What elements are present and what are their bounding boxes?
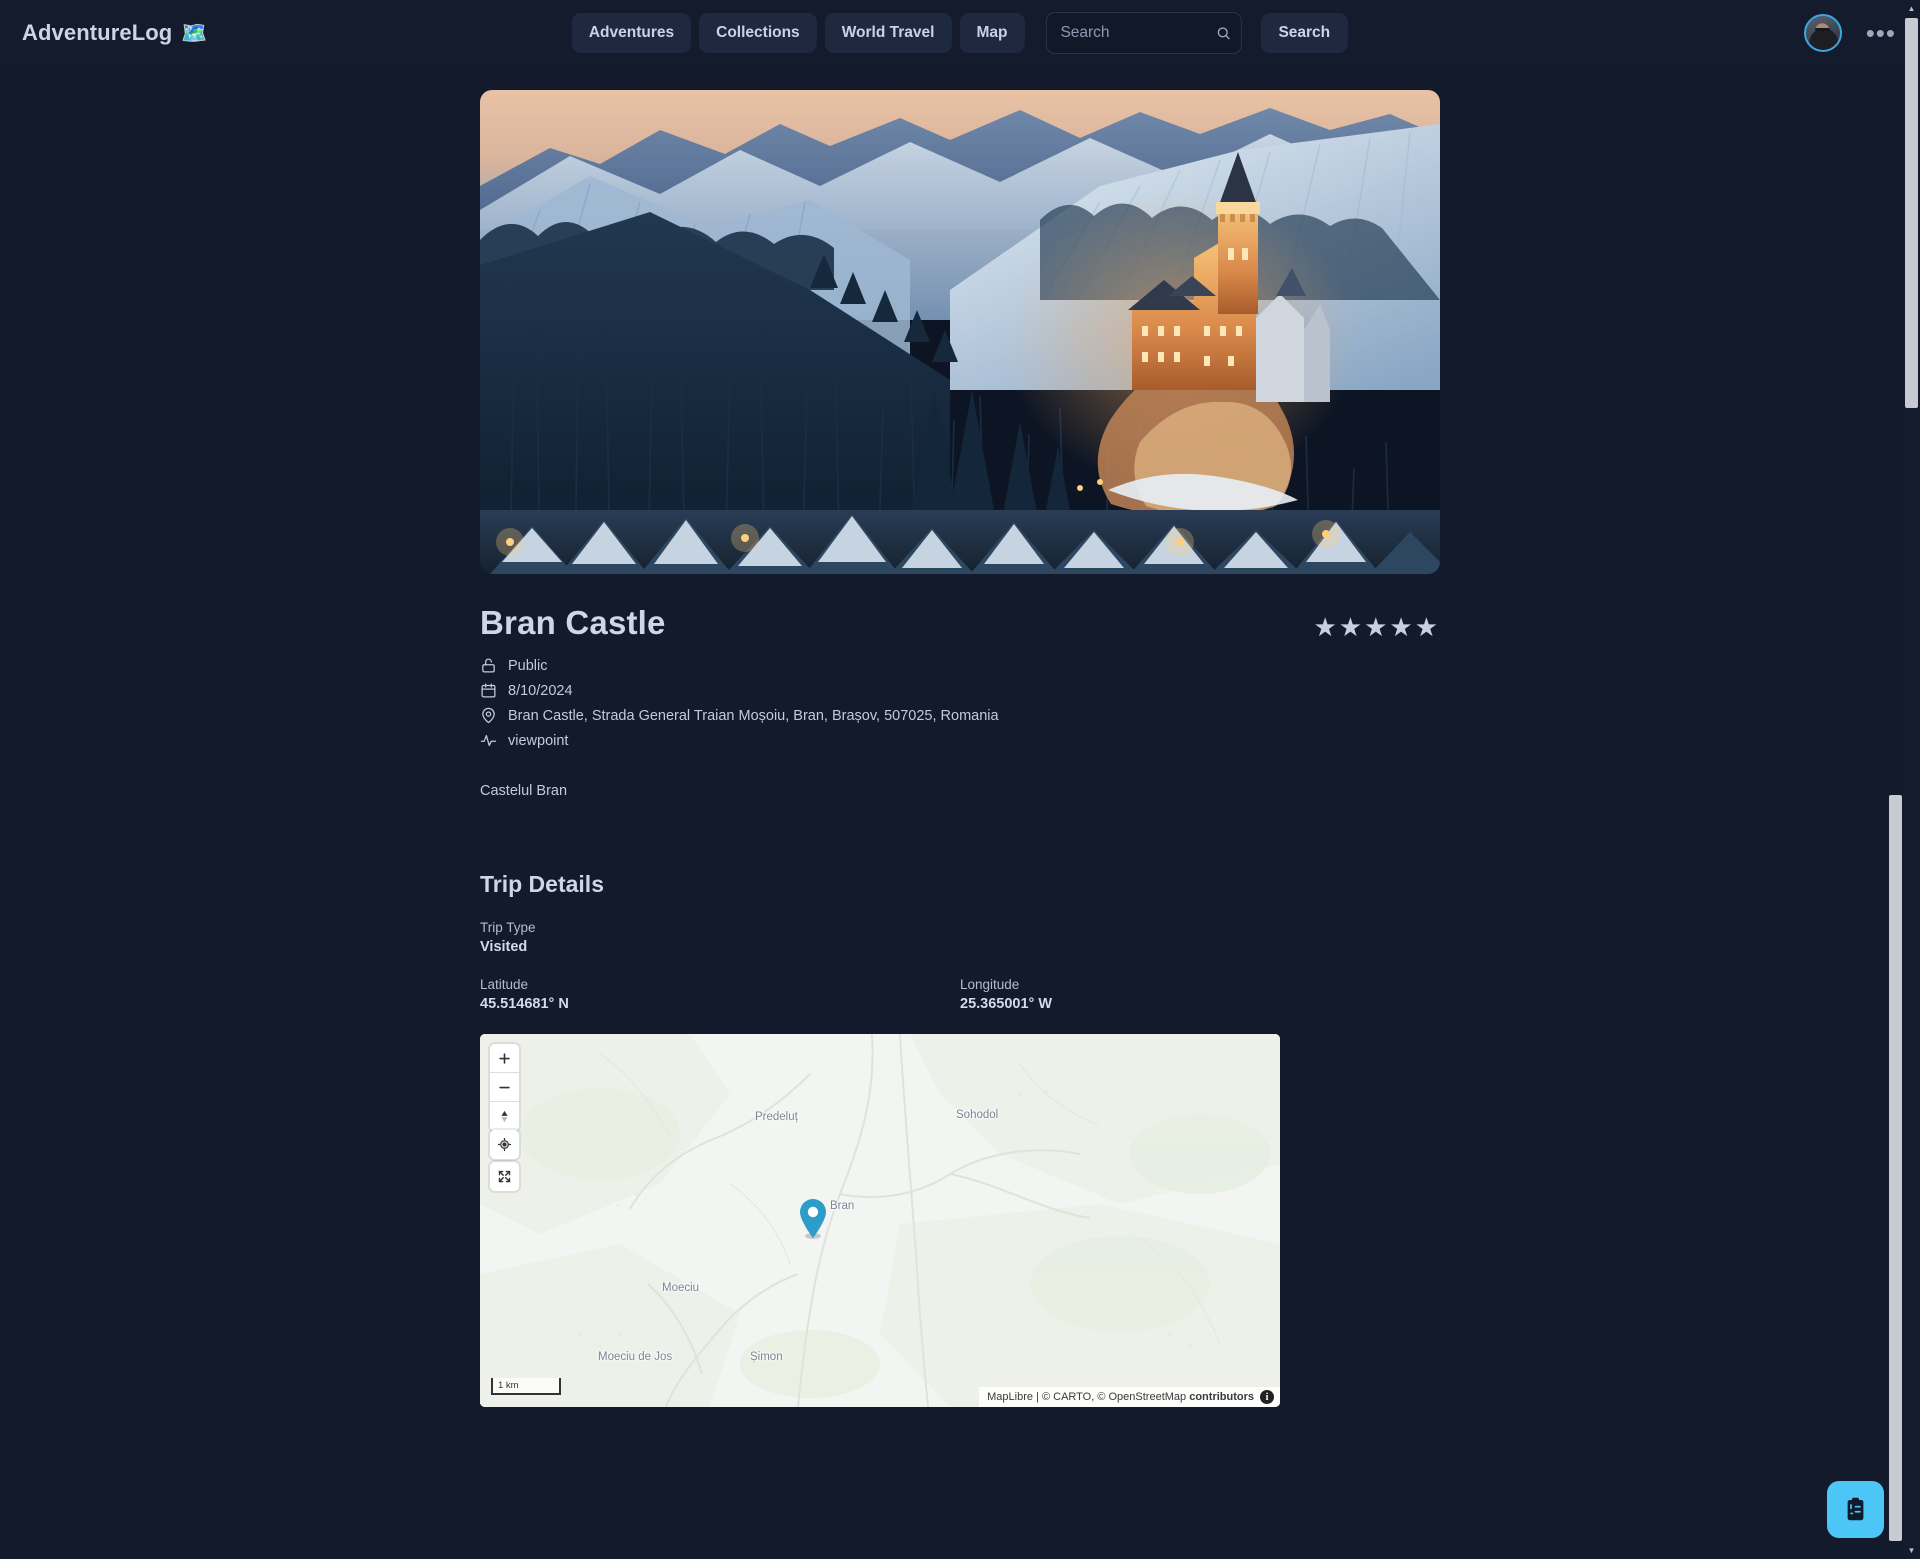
map-label: Moeciu de Jos bbox=[598, 1351, 673, 1363]
page-scrollbar[interactable] bbox=[1888, 0, 1903, 1559]
brand-name: AdventureLog bbox=[22, 20, 173, 45]
geolocate-button[interactable] bbox=[490, 1130, 519, 1159]
zoom-out-button[interactable] bbox=[490, 1073, 519, 1102]
latitude-value: 45.514681° N bbox=[480, 996, 569, 1012]
geolocate-icon bbox=[497, 1137, 512, 1152]
nav-item-adventures[interactable]: Adventures bbox=[571, 13, 692, 53]
map-fullscreen-control bbox=[490, 1162, 519, 1191]
map-zoom-controls bbox=[490, 1044, 519, 1131]
fullscreen-button[interactable] bbox=[490, 1162, 519, 1191]
navbar-right: ••• bbox=[1803, 14, 1896, 52]
calendar-icon bbox=[481, 683, 496, 698]
user-avatar[interactable] bbox=[1803, 14, 1842, 52]
date-row: 8/10/2024 bbox=[480, 682, 1440, 699]
map-label: Moeciu bbox=[662, 1282, 700, 1294]
compass-button[interactable] bbox=[490, 1102, 519, 1131]
map-scale-bar: 1 km bbox=[491, 1378, 561, 1395]
location-row: Bran Castle, Strada General Traian Moșoi… bbox=[480, 707, 1440, 724]
unlock-icon bbox=[482, 658, 495, 673]
coordinates-row: Latitude 45.514681° N Longitude 25.36500… bbox=[480, 977, 1440, 1012]
activity-icon bbox=[480, 734, 497, 747]
minus-icon bbox=[499, 1086, 510, 1088]
window-scrollbar-thumb[interactable] bbox=[1905, 18, 1918, 408]
trip-type-label: Trip Type bbox=[480, 920, 536, 935]
page-title: Bran Castle bbox=[480, 604, 666, 641]
visibility-row: Public bbox=[480, 657, 1440, 674]
longitude-field: Longitude 25.365001° W bbox=[960, 977, 1440, 1012]
date-label: 8/10/2024 bbox=[508, 682, 573, 699]
map-pin-icon bbox=[482, 707, 495, 724]
adventure-description: Castelul Bran bbox=[480, 783, 568, 799]
map-attribution: MapLibre | © CARTO, © OpenStreetMap cont… bbox=[979, 1387, 1280, 1407]
fullscreen-icon bbox=[498, 1170, 511, 1183]
map-emoji-icon: 🗺️ bbox=[181, 21, 208, 45]
location-map[interactable]: Predeluț Sohodol Bran Moeciu Moeciu de J… bbox=[480, 1034, 1280, 1407]
trip-details-heading: Trip Details bbox=[480, 871, 604, 897]
nav-item-world-travel[interactable]: World Travel bbox=[824, 13, 952, 53]
hero-illustration bbox=[480, 90, 1440, 574]
search-input[interactable] bbox=[1045, 12, 1242, 54]
map-label: Șimon bbox=[750, 1351, 783, 1363]
search-box bbox=[1045, 12, 1242, 54]
rating-stars: ★★★★★ bbox=[1313, 612, 1440, 642]
adventure-meta: Public 8/10/2024 Bran Castle, Strada Gen… bbox=[480, 657, 1440, 749]
location-label: Bran Castle, Strada General Traian Moșoi… bbox=[508, 707, 999, 724]
brand-logo[interactable]: AdventureLog 🗺️ bbox=[22, 20, 208, 46]
hero-image[interactable] bbox=[480, 90, 1440, 574]
zoom-in-button[interactable] bbox=[490, 1044, 519, 1073]
page-scrollbar-thumb[interactable] bbox=[1889, 795, 1902, 1541]
category-row: viewpoint bbox=[480, 732, 1440, 749]
checklist-fab-button[interactable] bbox=[1827, 1481, 1884, 1538]
map-geolocate-control bbox=[490, 1130, 519, 1159]
latitude-field: Latitude 45.514681° N bbox=[480, 977, 960, 1012]
longitude-value: 25.365001° W bbox=[960, 996, 1053, 1012]
info-icon[interactable]: i bbox=[1260, 1390, 1274, 1404]
plus-icon bbox=[499, 1052, 510, 1064]
clipboard-list-icon bbox=[1847, 1497, 1864, 1521]
compass-icon bbox=[501, 1110, 508, 1123]
scroll-down-arrow-icon[interactable]: ▼ bbox=[1903, 1542, 1920, 1559]
visibility-label: Public bbox=[508, 657, 548, 674]
attribution-prefix: MapLibre | © CARTO, © OpenStreetMap bbox=[987, 1391, 1190, 1403]
latitude-label: Latitude bbox=[480, 977, 529, 992]
trip-type-field: Trip Type Visited bbox=[480, 920, 1440, 955]
map-marker-pin[interactable] bbox=[798, 1199, 828, 1239]
scroll-up-arrow-icon[interactable]: ▲ bbox=[1903, 0, 1920, 17]
nav-item-map[interactable]: Map bbox=[959, 13, 1025, 53]
attribution-contributors: contributors bbox=[1189, 1391, 1254, 1403]
page-scroll-area: Bran Castle ★★★★★ Public 8/10/2024 Bran … bbox=[0, 66, 1920, 1559]
trip-type-value: Visited bbox=[480, 939, 528, 955]
window-scrollbar[interactable]: ▲ ▼ bbox=[1903, 0, 1920, 1559]
title-row: Bran Castle ★★★★★ bbox=[480, 604, 1440, 642]
longitude-label: Longitude bbox=[960, 977, 1020, 992]
map-label: Bran bbox=[830, 1200, 855, 1212]
adventure-detail: Bran Castle ★★★★★ Public 8/10/2024 Bran … bbox=[480, 66, 1440, 1407]
nav-item-collections[interactable]: Collections bbox=[699, 13, 817, 53]
category-label: viewpoint bbox=[508, 732, 569, 749]
map-label: Sohodol bbox=[956, 1109, 999, 1121]
navbar: AdventureLog 🗺️ Adventures Collections W… bbox=[0, 0, 1920, 66]
search-button[interactable]: Search bbox=[1260, 13, 1349, 53]
primary-navigation: Adventures Collections World Travel Map … bbox=[571, 12, 1349, 54]
map-label: Predeluț bbox=[755, 1111, 798, 1123]
attribution-text: MapLibre | © CARTO, © OpenStreetMap cont… bbox=[987, 1391, 1254, 1403]
